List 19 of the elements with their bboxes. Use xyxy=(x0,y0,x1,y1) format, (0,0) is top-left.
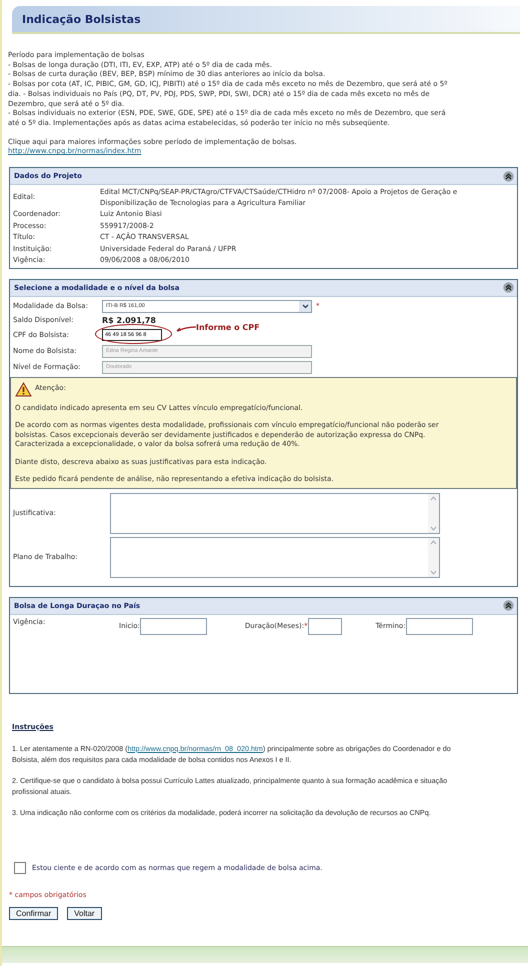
collapse-icon[interactable] xyxy=(503,282,514,294)
date-input[interactable] xyxy=(140,618,207,635)
agreement-checkbox[interactable] xyxy=(14,862,26,874)
balance-value: R$ 2.091,78 xyxy=(102,316,156,325)
pointer-arrow xyxy=(176,324,196,333)
date-input[interactable] xyxy=(406,618,473,635)
scroll-up-icon[interactable] xyxy=(428,538,439,547)
collapse-icon[interactable] xyxy=(503,170,514,182)
date-input[interactable] xyxy=(308,618,342,635)
warning-icon xyxy=(15,382,32,397)
text-area[interactable] xyxy=(110,536,440,578)
chevron-down-icon xyxy=(302,304,308,309)
form-button[interactable]: Voltar xyxy=(67,906,102,920)
annotation-text: Informe o CPF xyxy=(196,323,260,332)
page-title: Indicação Bolsistas xyxy=(22,12,141,26)
scroll-up-icon[interactable] xyxy=(428,494,439,503)
form-button[interactable]: Confirmar xyxy=(9,906,58,920)
text-area[interactable] xyxy=(110,492,440,534)
collapse-icon[interactable] xyxy=(503,600,514,612)
